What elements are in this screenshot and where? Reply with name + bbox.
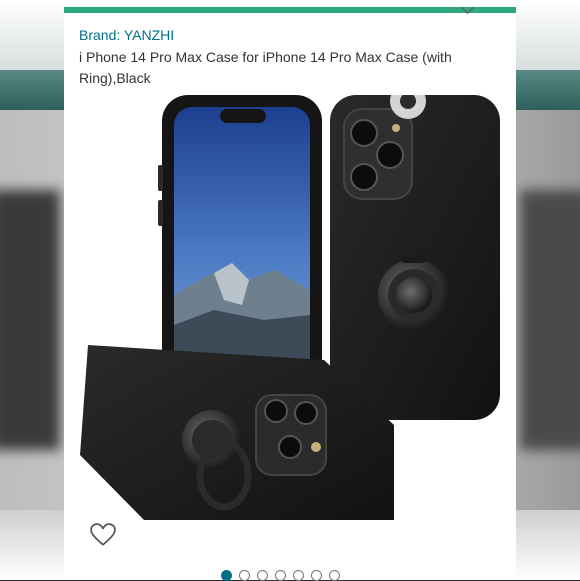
accent-bar bbox=[64, 7, 516, 13]
gallery-dot[interactable] bbox=[257, 570, 268, 581]
gallery-dot[interactable] bbox=[275, 570, 286, 581]
gallery-dot[interactable] bbox=[293, 570, 304, 581]
gallery-pagination bbox=[221, 570, 340, 581]
gallery-dot[interactable] bbox=[239, 570, 250, 581]
phone-back bbox=[330, 95, 500, 420]
gallery-dot[interactable] bbox=[221, 570, 232, 581]
product-card: Brand: YANZHI i Phone 14 Pro Max Case fo… bbox=[64, 1, 516, 581]
product-image[interactable] bbox=[74, 95, 506, 535]
product-title: i Phone 14 Pro Max Case for iPhone 14 Pr… bbox=[79, 49, 452, 86]
gallery-dot[interactable] bbox=[329, 570, 340, 581]
brand-link[interactable]: Brand: YANZHI bbox=[79, 27, 174, 43]
gallery-dot[interactable] bbox=[311, 570, 322, 581]
heart-icon[interactable] bbox=[90, 522, 116, 548]
